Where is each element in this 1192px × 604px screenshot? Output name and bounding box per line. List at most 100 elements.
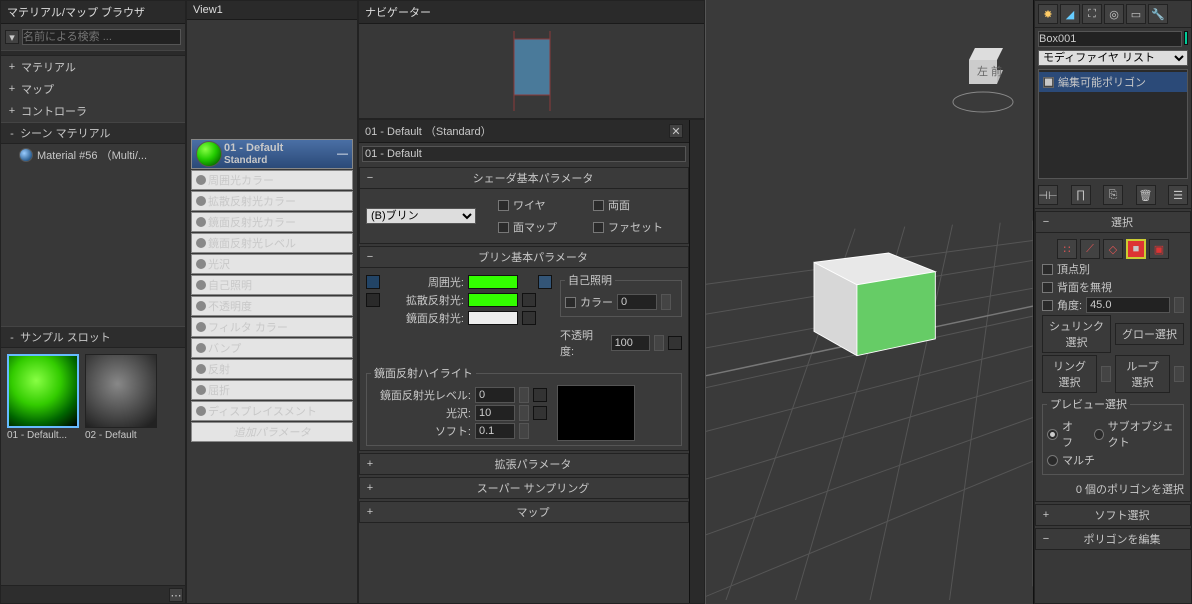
ignore-backfacing-check[interactable]: 背面を無視 [1042,279,1184,295]
make-unique-icon[interactable]: ⎘ [1103,185,1123,205]
browser-options-icon[interactable]: ⋯ [169,588,183,602]
object-name-input[interactable] [1038,31,1182,47]
by-vertex-check[interactable]: 頂点別 [1042,261,1184,277]
scrollbar[interactable] [689,120,704,603]
modify-tab-icon[interactable]: ◢ [1060,4,1080,24]
diffuse-color[interactable] [468,293,518,307]
subobj-edge-icon[interactable]: ⟋ [1080,239,1100,259]
display-tab-icon[interactable]: ▭ [1126,4,1146,24]
subobj-polygon-icon[interactable]: ■ [1126,239,1146,259]
create-tab-icon[interactable]: ✸ [1038,4,1058,24]
ring-button[interactable]: リング選択 [1042,355,1097,393]
view1-prop-row[interactable]: バンプ [191,338,353,358]
by-angle-check[interactable]: 角度: 45.0 [1042,297,1184,313]
self-illum-value[interactable]: 0 [617,294,657,310]
preview-multi-radio[interactable]: マルチ [1047,452,1179,468]
subobj-border-icon[interactable]: ◇ [1103,239,1123,259]
rollout-maps[interactable]: +マップ [359,501,689,523]
spec-level[interactable]: 0 [475,387,515,403]
expand-icon[interactable]: + [7,83,17,95]
opacity-value[interactable]: 100 [611,335,651,351]
minus-icon[interactable]: — [337,148,348,160]
gloss-value[interactable]: 10 [475,405,515,421]
spinner[interactable] [661,294,671,310]
object-color[interactable] [1184,31,1188,45]
tree-materials[interactable]: +マテリアル [1,56,185,78]
modifier-list[interactable]: モディファイヤ リスト [1038,50,1188,66]
viewport-cube-object[interactable] [790,225,950,365]
sample-slots-head[interactable]: - サンプル スロット [1,326,185,348]
remove-mod-icon[interactable]: 🗑 [1136,185,1156,205]
view1-prop-row[interactable]: 不透明度 [191,296,353,316]
chevron-down-icon[interactable]: ▾ [5,30,19,44]
view1-prop-row[interactable]: 拡散反射光カラー [191,191,353,211]
tree-controllers[interactable]: +コントローラ [1,100,185,122]
material-name-input[interactable] [362,146,686,162]
pin-stack-icon[interactable]: ⊣⊢ [1038,185,1058,205]
diffuse-lock-icon[interactable] [366,293,380,307]
opacity-map[interactable] [668,336,682,350]
self-illum-color-check[interactable]: カラー 0 [565,294,677,310]
ambient-map[interactable] [538,275,552,289]
rollout-blinn-basic[interactable]: −ブリン基本パラメータ [359,246,689,268]
tree-maps[interactable]: +マップ [1,78,185,100]
rollout-edit-polygons[interactable]: −ポリゴンを編集 [1035,528,1191,550]
view1-prop-row[interactable]: 屈折 [191,380,353,400]
hierarchy-tab-icon[interactable]: ⛶ [1082,4,1102,24]
configure-icon[interactable]: ☰ [1168,185,1188,205]
expand-icon[interactable]: + [7,105,17,117]
sample-slot-2[interactable] [85,354,157,428]
view1-prop-row[interactable]: 自己照明 [191,275,353,295]
ambient-lock-icon[interactable] [366,275,380,289]
rollout-extended[interactable]: +拡張パラメータ [359,453,689,475]
view1-prop-row[interactable]: 鏡面反射光カラー [191,212,353,232]
view1-prop-row[interactable]: 鏡面反射光レベル [191,233,353,253]
browser-search[interactable] [22,29,181,45]
motion-tab-icon[interactable]: ◎ [1104,4,1124,24]
scene-materials-head[interactable]: - シーン マテリアル [1,122,185,144]
rollout-shader-basic[interactable]: −シェーダ基本パラメータ [359,167,689,189]
rollout-soft-selection[interactable]: +ソフト選択 [1035,504,1191,526]
expand-icon[interactable]: ◼ [1043,77,1054,88]
view1-prop-row[interactable]: 反射 [191,359,353,379]
spec-level-map[interactable] [533,388,547,402]
show-end-icon[interactable]: ∏ [1071,185,1091,205]
view1-prop-row[interactable]: ディスプレイスメント [191,401,353,421]
material-56[interactable]: Material #56 （Multi/... [1,144,185,166]
sample-slot-1[interactable] [7,354,79,428]
shader-select[interactable]: (B)ブリン [366,208,476,224]
expand-icon[interactable]: + [7,61,17,73]
spinner[interactable] [654,335,664,351]
preview-off-radio[interactable]: オフサブオブジェクト [1047,418,1179,450]
face-map-check[interactable]: 面マップ [498,219,587,235]
wire-check[interactable]: ワイヤ [498,197,587,213]
selection-status: 0 個のポリゴンを選択 [1042,475,1184,497]
view1-prop-row[interactable]: フィルタ カラー [191,317,353,337]
utilities-tab-icon[interactable]: 🔧 [1148,4,1168,24]
soft-value[interactable]: 0.1 [475,423,515,439]
diffuse-map[interactable] [522,293,536,307]
rollout-selection[interactable]: −選択 [1035,211,1191,233]
navigator-thumbnail[interactable] [502,31,562,111]
specular-color[interactable] [468,311,518,325]
faceted-check[interactable]: ファセット [593,219,682,235]
navigator-title: ナビゲーター [359,1,704,24]
view1-prop-row[interactable]: 光沢 [191,254,353,274]
viewcube[interactable]: 左前 [943,40,1023,120]
angle-value[interactable]: 45.0 [1086,297,1170,313]
view1-prop-row[interactable]: 周囲光カラー [191,170,353,190]
grow-button[interactable]: グロー選択 [1115,323,1184,345]
stack-item-edit-poly[interactable]: ◼ 編集可能ポリゴン [1039,72,1187,92]
gloss-map[interactable] [533,406,547,420]
rollout-supersampling[interactable]: +スーパー サンプリング [359,477,689,499]
loop-button[interactable]: ループ選択 [1115,355,1170,393]
two-sided-check[interactable]: 両面 [593,197,682,213]
specular-map[interactable] [522,311,536,325]
subobj-element-icon[interactable]: ▣ [1149,239,1169,259]
subobj-vertex-icon[interactable]: ∷ [1057,239,1077,259]
close-icon[interactable]: ✕ [669,124,683,138]
view1-extra-params[interactable]: 追加パラメータ [191,422,353,442]
view1-material-node[interactable]: 01 - DefaultStandard — [191,139,353,169]
shrink-button[interactable]: シュリンク選択 [1042,315,1111,353]
ambient-color[interactable] [468,275,518,289]
